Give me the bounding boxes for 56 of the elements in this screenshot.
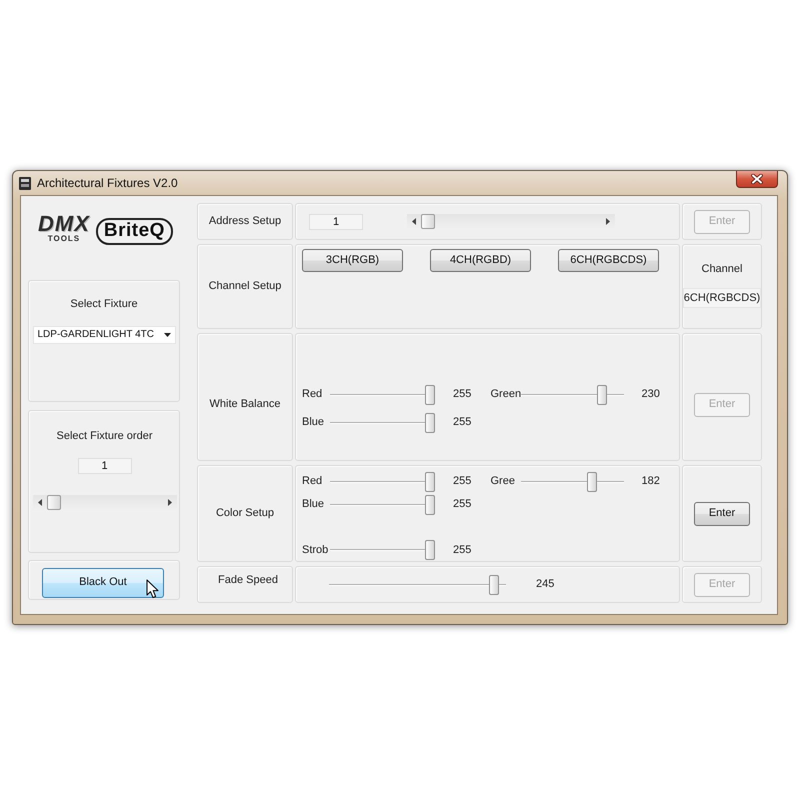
slider-label: Red [302, 475, 324, 488]
slider-label: Green [490, 388, 520, 402]
section-label: Color Setup [216, 506, 274, 520]
dropdown-caret-icon[interactable] [164, 333, 170, 338]
scrollbar[interactable] [33, 495, 177, 510]
slider-value: 255 [453, 498, 472, 512]
slider-thumb[interactable] [596, 385, 607, 405]
section-label: Channel Setup [208, 280, 282, 294]
slider-value: 230 [642, 388, 660, 402]
scrollbar-thumb[interactable] [421, 214, 435, 229]
channel-value: 6CH(RGBCDS) [683, 288, 761, 308]
right-arrow-icon[interactable] [168, 499, 172, 506]
slider-thumb[interactable] [489, 574, 500, 594]
slider-thumb[interactable] [425, 385, 435, 405]
close-button[interactable] [736, 171, 778, 188]
channel-button[interactable]: 4CH(RGBD) [430, 249, 531, 272]
slider-value: 255 [453, 388, 472, 402]
panel-label: Select Fixture order [56, 430, 152, 444]
address-field[interactable]: 1 [309, 214, 363, 230]
slider-value: 245 [536, 578, 554, 592]
section-label: White Balance [210, 398, 280, 412]
section-label: Fade Speed [218, 574, 278, 588]
right-arrow-icon[interactable] [606, 218, 610, 225]
order-field[interactable]: 1 [78, 458, 132, 474]
slider-value: 255 [453, 544, 472, 557]
channel-button[interactable]: 3CH(RGB) [302, 249, 403, 272]
logo-text: DMX [38, 213, 90, 235]
slider-thumb[interactable] [425, 494, 435, 514]
fixture-dropdown[interactable]: LDP-GARDENLIGHT 4TC [32, 326, 176, 344]
slider-label: Blue [302, 416, 326, 430]
slider-label: Gree [490, 475, 516, 488]
slider-value: 255 [453, 475, 472, 488]
slider-thumb[interactable] [425, 413, 435, 433]
enter-button[interactable]: Enter [694, 502, 750, 526]
scrollbar-thumb[interactable] [47, 495, 61, 510]
section-label: Address Setup [208, 214, 282, 228]
slider-thumb[interactable] [587, 472, 598, 492]
logo-subtext: TOOLS [48, 235, 80, 243]
slider-thumb[interactable] [425, 540, 435, 560]
slider-label: Strob [302, 544, 330, 557]
channel-button[interactable]: 6CH(RGBCDS) [558, 249, 659, 272]
mouse-pointer-icon [146, 579, 159, 599]
window-title: Architectural Fixtures V2.0 [37, 176, 178, 190]
left-arrow-icon[interactable] [38, 499, 42, 506]
lights-out-button[interactable]: Black Out [42, 568, 164, 598]
logo: BriteQ [96, 218, 173, 245]
slider-label: Red [302, 388, 324, 402]
left-arrow-icon[interactable] [412, 218, 416, 225]
slider-thumb[interactable] [425, 472, 435, 492]
close-icon[interactable] [751, 174, 763, 184]
app-icon [19, 176, 31, 190]
panel-label: Select Fixture [70, 298, 138, 312]
slider-label: Blue [302, 498, 326, 512]
slider-value: 182 [642, 475, 660, 488]
channel-label: Channel [702, 263, 742, 276]
slider-value: 255 [453, 416, 472, 430]
